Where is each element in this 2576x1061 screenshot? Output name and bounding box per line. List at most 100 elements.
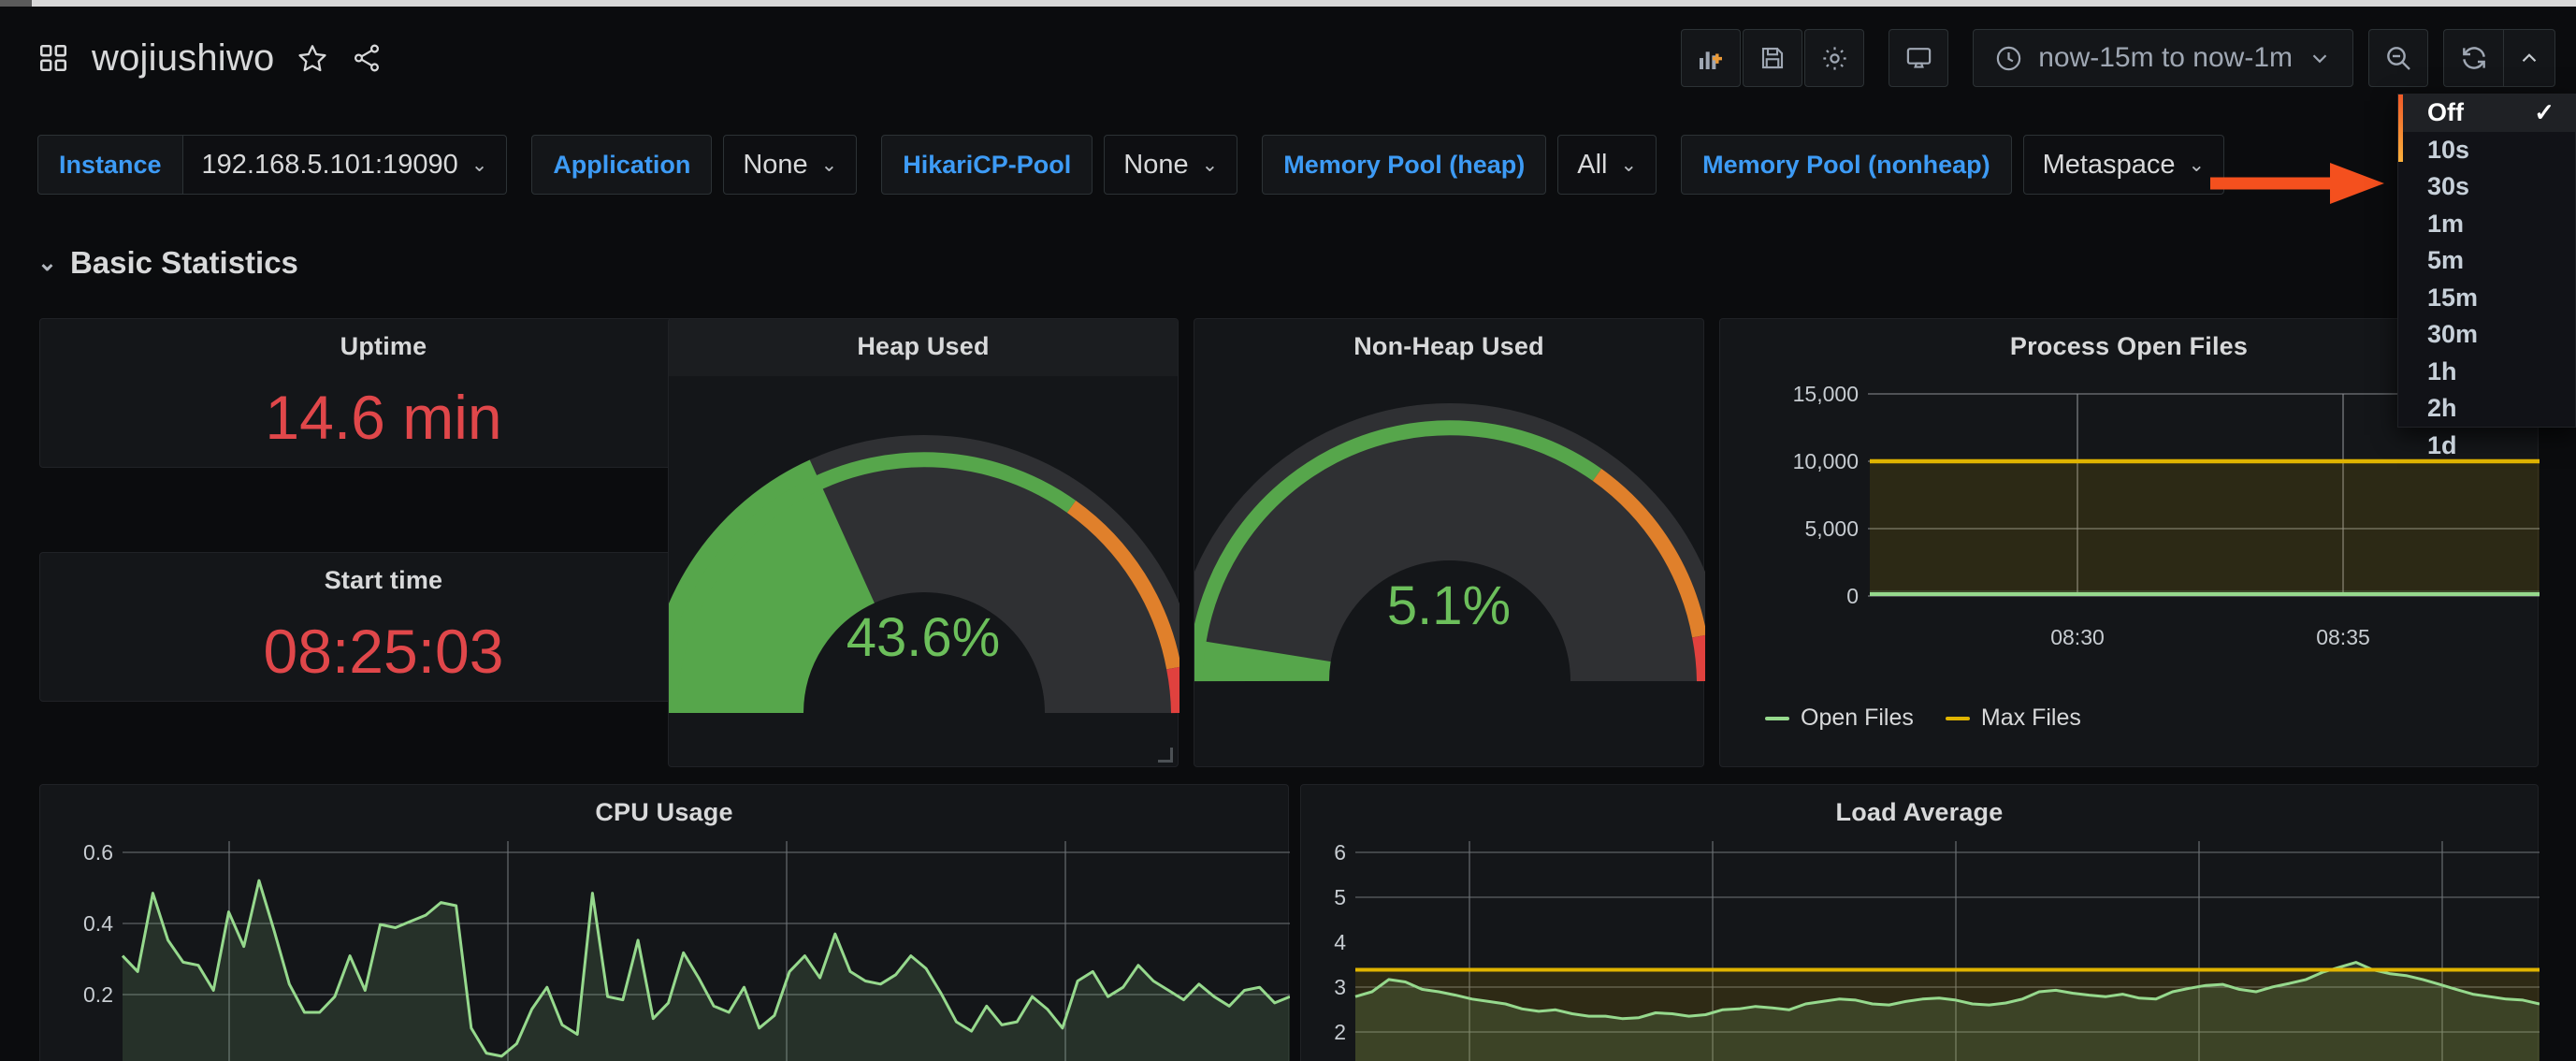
refresh-option-15m[interactable]: 15m: [2398, 280, 2575, 317]
variable-memory-pool-nonheap-value-text: Metaspace: [2042, 149, 2176, 180]
start-time-value: 08:25:03: [263, 617, 504, 686]
save-dashboard-button[interactable]: [1743, 29, 1803, 87]
legend-item-open-files[interactable]: Open Files: [1765, 705, 1914, 732]
uptime-value: 14.6 min: [265, 383, 502, 452]
chevron-down-icon: ⌄: [37, 250, 57, 276]
tv-mode-button[interactable]: [1889, 29, 1949, 87]
refresh-option-30s[interactable]: 30s: [2398, 168, 2575, 206]
share-icon[interactable]: [351, 42, 383, 74]
variable-instance-value[interactable]: 192.168.5.101:19090 ⌄: [182, 135, 508, 195]
panel-title-start-time: Start time: [324, 566, 443, 594]
star-icon[interactable]: [297, 42, 328, 74]
legend-label: Open Files: [1801, 705, 1914, 731]
refresh-option-2h[interactable]: 2h: [2398, 390, 2575, 428]
clock-icon: [1994, 44, 2023, 73]
refresh-option-label: 2h: [2427, 394, 2457, 423]
gear-icon: [1820, 44, 1849, 73]
panel-cpu-usage: CPU Usage 0.6 0.4 0.2: [39, 784, 1290, 1061]
gauge-heap-used: 43.6%: [669, 376, 1179, 823]
panel-load-average: Load Average 6 5 4 3 2: [1300, 784, 2540, 1061]
refresh-option-label: 1h: [2427, 356, 2457, 385]
refresh-option-label: 1m: [2427, 209, 2465, 238]
ytick-label: 6: [1334, 840, 1346, 865]
variable-memory-pool-nonheap-value[interactable]: Metaspace ⌄: [2022, 135, 2225, 195]
template-variables-bar: Instance 192.168.5.101:19090 ⌄ Applicati…: [0, 131, 2576, 198]
refresh-option-1h[interactable]: 1h: [2398, 354, 2575, 391]
variable-instance-value-text: 192.168.5.101:19090: [201, 149, 458, 180]
ytick-label: 2: [1334, 1020, 1346, 1044]
chevron-down-icon: ⌄: [470, 153, 488, 176]
panel-uptime: Uptime 14.6 min: [39, 318, 728, 468]
refresh-option-label: 30s: [2427, 172, 2470, 201]
variable-memory-pool-nonheap-label: Memory Pool (nonheap): [1681, 135, 2012, 195]
variable-hikaricp-pool: HikariCP-Pool None ⌄: [881, 135, 1238, 195]
refresh-option-label: Off: [2427, 98, 2464, 127]
variable-memory-pool-heap-label: Memory Pool (heap): [1262, 135, 1547, 195]
legend-color-swatch: [1945, 716, 1970, 720]
gauge-non-heap-used: 5.1%: [1194, 361, 1705, 808]
variable-memory-pool-heap: Memory Pool (heap) All ⌄: [1262, 135, 1657, 195]
ytick-label: 0.2: [83, 982, 113, 1007]
variable-memory-pool-heap-value[interactable]: All ⌄: [1557, 135, 1657, 195]
refresh-option-label: 15m: [2427, 283, 2479, 312]
row-header-basic-statistics[interactable]: ⌄ Basic Statistics: [37, 245, 298, 281]
variable-application-value-text: None: [743, 149, 808, 180]
time-range-picker[interactable]: now-15m to now-1m: [1973, 29, 2353, 87]
variable-hikaricp-pool-value-text: None: [1123, 149, 1189, 180]
refresh-option-1m[interactable]: 1m: [2398, 206, 2575, 243]
chart-legend-process-open-files: Open Files Max Files: [1737, 705, 2081, 732]
chevron-down-icon: ⌄: [1620, 153, 1638, 176]
ytick-label: 3: [1334, 975, 1346, 999]
panel-non-heap-used: Non-Heap Used 5.1%: [1194, 318, 1705, 767]
navbar-left-group: wojiushiwo: [0, 37, 383, 80]
window-chrome-strip: [0, 0, 2576, 7]
refresh-option-label: 30m: [2427, 320, 2479, 349]
panel-resize-handle[interactable]: [1158, 748, 1173, 763]
panel-title-uptime: Uptime: [340, 332, 427, 360]
legend-item-max-files[interactable]: Max Files: [1945, 705, 2081, 732]
chevron-down-icon: [2308, 46, 2332, 70]
variable-application: Application None ⌄: [531, 135, 858, 195]
save-icon: [1758, 44, 1787, 72]
row-title: Basic Statistics: [69, 245, 298, 280]
panel-title-load-average: Load Average: [1835, 798, 2004, 826]
variable-hikaricp-pool-label: HikariCP-Pool: [881, 135, 1093, 195]
variable-application-value[interactable]: None ⌄: [723, 135, 858, 195]
refresh-interval-menu: Off ✓ 10s 30s 1m 5m 15m 30m 1h 2h 1d: [2397, 94, 2576, 459]
refresh-button[interactable]: [2443, 29, 2503, 87]
zoom-out-time-button[interactable]: [2368, 29, 2428, 87]
chevron-down-icon: ⌄: [2188, 153, 2206, 176]
time-range-label: now-15m to now-1m: [2038, 42, 2293, 73]
load-average-series: [1354, 961, 2540, 1061]
refresh-option-off[interactable]: Off ✓: [2398, 94, 2575, 132]
window-chrome-corner: [0, 0, 32, 7]
zoom-out-icon: [2383, 43, 2413, 73]
refresh-option-5m[interactable]: 5m: [2398, 242, 2575, 280]
add-panel-button[interactable]: [1681, 29, 1742, 87]
ytick-label: 0.4: [83, 911, 113, 936]
xtick-label: 08:35: [2316, 625, 2370, 649]
chevron-down-icon: ⌄: [1201, 153, 1219, 176]
top-navbar: wojiushiwo now-15m to now-1m: [0, 7, 2576, 109]
xtick-label: 08:30: [2050, 625, 2105, 649]
refresh-option-label: 5m: [2427, 246, 2465, 275]
variable-instance-label: Instance: [37, 135, 183, 195]
legend-label: Max Files: [1980, 705, 2081, 731]
refresh-option-1d[interactable]: 1d: [2398, 428, 2575, 465]
non-heap-used-value: 5.1%: [1386, 575, 1512, 636]
cpu-usage-series: [121, 879, 1290, 1061]
ytick-label: 4: [1334, 930, 1346, 954]
refresh-option-10s[interactable]: 10s: [2398, 132, 2575, 169]
heap-used-value: 43.6%: [846, 607, 1001, 668]
ytick-label: 15,000: [1793, 382, 1859, 406]
refresh-option-label: 1d: [2427, 430, 2457, 459]
refresh-icon: [2459, 43, 2489, 73]
dashboard-settings-button[interactable]: [1804, 29, 1865, 87]
ytick-label: 0: [1846, 584, 1859, 608]
annotation-arrow-icon: [2210, 159, 2388, 212]
refresh-option-30m[interactable]: 30m: [2398, 316, 2575, 354]
variable-hikaricp-pool-value[interactable]: None ⌄: [1104, 135, 1238, 195]
refresh-interval-dropdown-toggle[interactable]: [2503, 29, 2555, 87]
dashboard-grid-icon[interactable]: [37, 42, 69, 74]
navbar-action-group: [1681, 29, 1865, 87]
